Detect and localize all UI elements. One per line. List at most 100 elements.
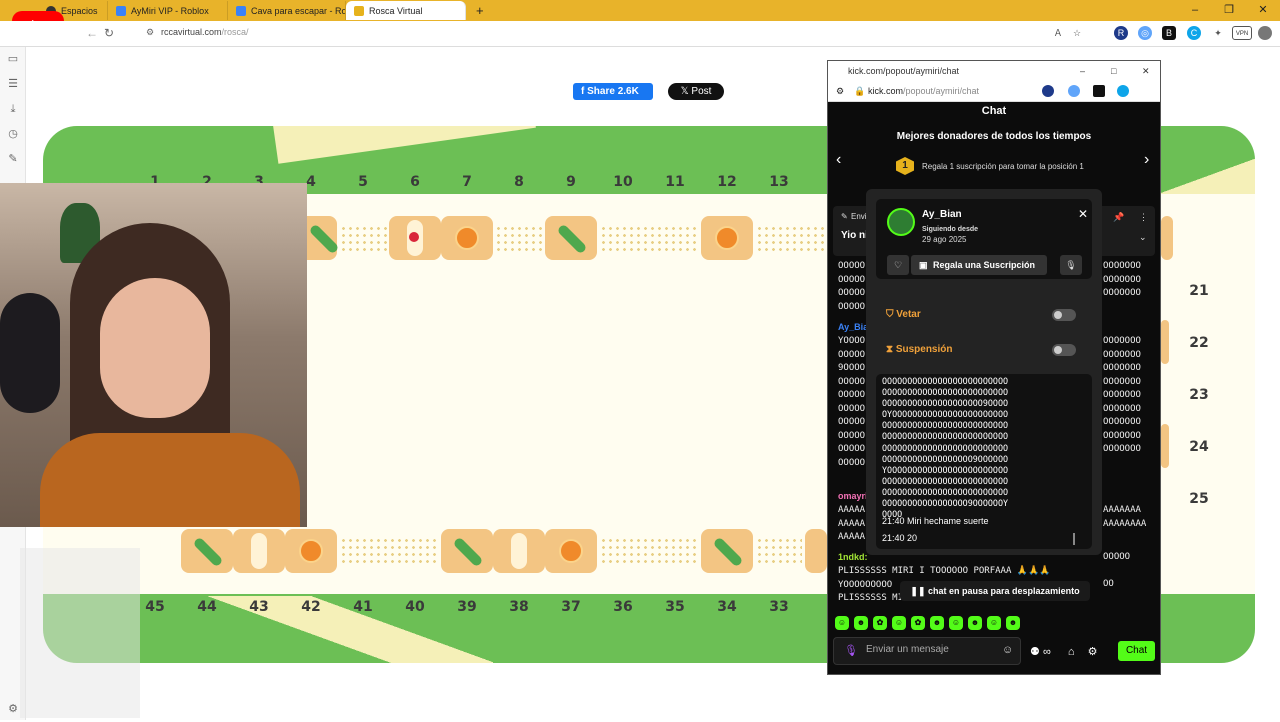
- extension-search-icon[interactable]: ◎: [1138, 26, 1152, 40]
- extension-b-icon[interactable]: B: [1162, 26, 1176, 40]
- extension-r-icon[interactable]: R: [1114, 26, 1128, 40]
- history-icon[interactable]: ◷: [0, 122, 26, 147]
- board-cell-orange[interactable]: [285, 529, 337, 573]
- reload-icon[interactable]: ↻: [104, 26, 114, 40]
- board-cell-orange[interactable]: [545, 529, 597, 573]
- restore-button[interactable]: ❐: [1212, 0, 1246, 21]
- users-icon[interactable]: ⚉: [1030, 646, 1040, 658]
- reading-list-icon[interactable]: ☰: [0, 72, 26, 97]
- chat-message-input[interactable]: [866, 644, 996, 655]
- board-cell-cucumber[interactable]: [545, 216, 597, 260]
- downloads-icon[interactable]: ⤓: [0, 97, 26, 122]
- tab-aymiri-roblox[interactable]: AyMiri VIP - Roblox: [108, 1, 228, 20]
- url-field[interactable]: rccavirtual.com/rosca/: [161, 27, 249, 37]
- board-number: 40: [405, 599, 425, 615]
- tab-cava-roblox[interactable]: Cava para escapar - Rol: [228, 1, 346, 20]
- vpn-icon[interactable]: VPN: [1232, 26, 1252, 40]
- cucumber-icon: [308, 223, 340, 255]
- chat-message: AAAAAAA AAAAAAAA: [1103, 505, 1147, 529]
- minimize-button[interactable]: –: [1178, 0, 1212, 21]
- extension-b-icon[interactable]: [1093, 85, 1105, 97]
- site-info-icon[interactable]: ⚙: [146, 27, 154, 38]
- x-logo-icon: 𝕏: [680, 86, 692, 97]
- close-window-button[interactable]: ✕: [1246, 0, 1280, 21]
- ban-toggle[interactable]: [1052, 309, 1076, 321]
- pin-icon[interactable]: 📌: [1113, 212, 1124, 223]
- mic-icon[interactable]: 🎙: [844, 644, 858, 657]
- bookmark-icon[interactable]: ☆: [1070, 26, 1084, 40]
- board-cell-partial[interactable]: [1161, 216, 1173, 260]
- gift-sub-button[interactable]: ▣ Regala una Suscripción: [911, 255, 1047, 275]
- x-post-button[interactable]: 𝕏 Post: [668, 83, 724, 100]
- emote[interactable]: ☺: [835, 616, 849, 630]
- new-tab-button[interactable]: +: [476, 3, 484, 18]
- pause-icon: ❚❚: [910, 586, 929, 596]
- heart-icon[interactable]: ♡: [887, 255, 909, 275]
- send-chat-button[interactable]: Chat: [1118, 641, 1155, 661]
- chevron-down-icon[interactable]: ⌄: [1139, 232, 1147, 243]
- notes-icon[interactable]: ✎: [0, 147, 26, 172]
- extension-c-icon[interactable]: [1117, 85, 1129, 97]
- prev-arrow-icon[interactable]: ‹: [836, 151, 841, 169]
- board-cell-cucumber[interactable]: [441, 529, 493, 573]
- plush-doll: [0, 293, 60, 413]
- chat-paused-banner[interactable]: ❚❚ chat en pausa para desplazamiento: [900, 581, 1090, 601]
- bread-icon: [511, 533, 527, 569]
- emote[interactable]: ✿: [911, 616, 925, 630]
- chat-username[interactable]: 1ndkd:: [838, 552, 868, 562]
- popup-address-bar[interactable]: ⚙ 🔒 kick.com/popout/aymiri/chat: [828, 81, 1160, 102]
- extension-search-icon[interactable]: [1068, 85, 1080, 97]
- emote[interactable]: ☺: [892, 616, 906, 630]
- board-number: 13: [769, 174, 789, 190]
- card-username[interactable]: Ay_Bian: [922, 209, 962, 220]
- board-cell-bread[interactable]: [233, 529, 285, 573]
- infinity-icon[interactable]: ∞: [1043, 646, 1051, 658]
- profile-avatar[interactable]: [1258, 26, 1272, 40]
- chat-username[interactable]: omayri: [838, 491, 868, 501]
- tab-rosca-virtual[interactable]: Rosca Virtual: [346, 1, 466, 20]
- popup-maximize-button[interactable]: □: [1111, 61, 1116, 81]
- emote[interactable]: ✿: [873, 616, 887, 630]
- board-number: 35: [665, 599, 685, 615]
- store-icon[interactable]: ⌂: [1068, 646, 1075, 658]
- popup-close-button[interactable]: ✕: [1142, 61, 1150, 81]
- board-cell-bread[interactable]: [493, 529, 545, 573]
- window-controls: – ❐ ✕: [1178, 0, 1280, 21]
- back-icon[interactable]: ←: [86, 26, 98, 40]
- board-cell-partial[interactable]: [1161, 320, 1169, 364]
- extensions-icon[interactable]: ✦: [1211, 26, 1225, 40]
- extension-c-icon[interactable]: C: [1187, 26, 1201, 40]
- board-cell-orange[interactable]: [805, 529, 827, 573]
- emote[interactable]: ☺: [987, 616, 1001, 630]
- board-cell-cucumber[interactable]: [181, 529, 233, 573]
- following-date: 29 ago 2025: [922, 235, 967, 244]
- emote[interactable]: ☻: [930, 616, 944, 630]
- board-number: 10: [613, 174, 633, 190]
- emote[interactable]: ☺: [949, 616, 963, 630]
- facebook-share-button[interactable]: f Share 2.6K: [573, 83, 653, 100]
- board-cell-partial[interactable]: [1161, 424, 1169, 468]
- board-number: 45: [145, 599, 165, 615]
- extension-r-icon[interactable]: [1042, 85, 1054, 97]
- site-info-icon[interactable]: ⚙: [836, 81, 844, 102]
- board-cell-orange[interactable]: [441, 216, 493, 260]
- emote[interactable]: ☻: [1006, 616, 1020, 630]
- popup-minimize-button[interactable]: –: [1080, 61, 1085, 81]
- board-cell-cherry[interactable]: [389, 216, 441, 260]
- mic-icon[interactable]: 🎙: [1060, 255, 1082, 275]
- board-cell-orange[interactable]: [701, 216, 753, 260]
- scrollbar[interactable]: [1073, 533, 1075, 545]
- translate-icon[interactable]: Ａ: [1051, 26, 1065, 40]
- emoji-icon[interactable]: ☺: [1002, 644, 1013, 656]
- timeout-toggle[interactable]: [1052, 344, 1076, 356]
- bookmarks-icon[interactable]: ▭: [0, 47, 26, 72]
- board-cell-cucumber[interactable]: [701, 529, 753, 573]
- chat-username[interactable]: Ay_Bia: [838, 322, 868, 332]
- close-icon[interactable]: ✕: [1078, 207, 1088, 221]
- board-number: 8: [514, 174, 524, 190]
- emote[interactable]: ☻: [854, 616, 868, 630]
- gear-icon[interactable]: ⚙: [1088, 646, 1098, 658]
- more-options-icon[interactable]: ⋮: [1139, 212, 1148, 223]
- next-arrow-icon[interactable]: ›: [1144, 151, 1149, 169]
- emote[interactable]: ☻: [968, 616, 982, 630]
